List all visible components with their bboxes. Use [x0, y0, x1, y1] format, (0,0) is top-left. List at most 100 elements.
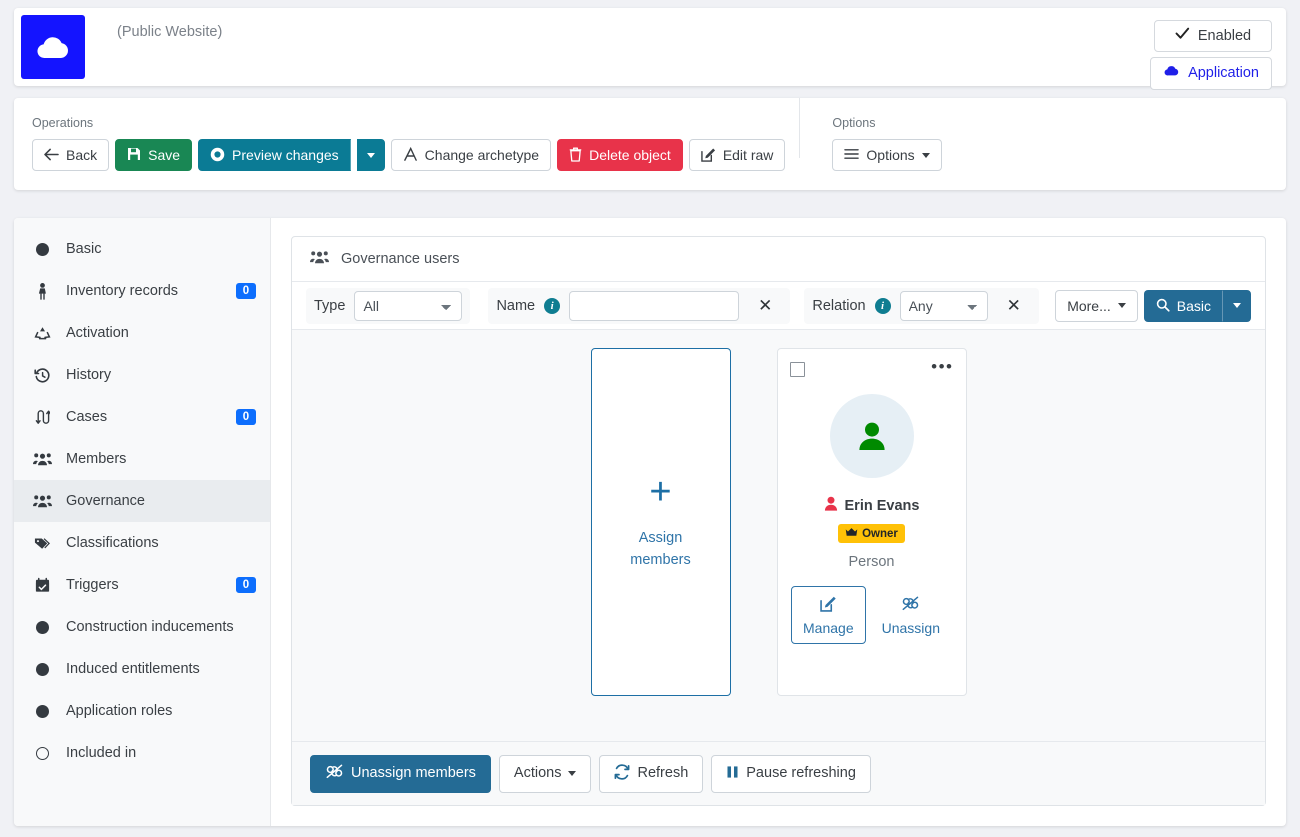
status-badge-enabled[interactable]: Enabled	[1154, 20, 1272, 52]
member-type: Person	[849, 554, 895, 570]
page-title: (Public Website)	[85, 8, 1150, 86]
sidebar-item-label: Basic	[66, 241, 256, 257]
pause-icon	[726, 765, 739, 783]
options-group: Options Options	[799, 98, 941, 158]
panel-header: Governance users	[292, 237, 1265, 282]
actions-dropdown-button[interactable]: Actions	[499, 755, 592, 793]
arrows-updown-icon	[32, 409, 52, 425]
sidebar-item-triggers[interactable]: Triggers 0	[14, 564, 270, 606]
panel-footer: Unassign members Actions Refresh	[292, 741, 1265, 805]
change-archetype-label: Change archetype	[425, 148, 539, 162]
broken-link-icon	[325, 763, 344, 784]
object-type-badge[interactable]: Application	[1150, 57, 1272, 89]
status-badge: Owner	[838, 524, 905, 543]
chevron-down-icon	[367, 153, 375, 158]
manage-button-label: Manage	[803, 621, 854, 635]
sidebar-item-activation[interactable]: Activation	[14, 312, 270, 354]
filter-relation-label: Relation	[812, 298, 865, 314]
delete-object-button[interactable]: Delete object	[557, 139, 683, 171]
filter-more-button[interactable]: More...	[1055, 290, 1138, 322]
filter-type-select[interactable]: All	[354, 291, 462, 321]
info-circle-icon[interactable]: i	[544, 298, 560, 314]
filter-type-label: Type	[314, 298, 345, 314]
arrow-left-icon	[44, 148, 59, 163]
filter-name-clear-button[interactable]: ✕	[748, 297, 782, 314]
crown-icon	[845, 527, 858, 540]
sidebar-item-label: Members	[66, 451, 256, 467]
sidebar-item-members[interactable]: Members	[14, 438, 270, 480]
filter-type: Type All	[306, 288, 470, 324]
filter-relation-select[interactable]: Any	[900, 291, 988, 321]
preview-changes-button[interactable]: Preview changes	[198, 139, 351, 171]
person-avatar-icon	[853, 417, 891, 455]
search-mode-dropdown-toggle[interactable]	[1223, 290, 1251, 322]
sidebar-item-construction-inducements[interactable]: Construction inducements	[14, 606, 270, 648]
sidebar-item-count: 0	[236, 283, 256, 299]
sidebar-item-governance[interactable]: Governance	[14, 480, 270, 522]
actions-button-label: Actions	[514, 766, 562, 781]
options-buttons: Options	[832, 139, 941, 171]
header-status-group: Enabled Application	[1150, 8, 1286, 86]
back-button[interactable]: Back	[32, 139, 109, 171]
calendar-check-icon	[32, 577, 52, 593]
refresh-button[interactable]: Refresh	[599, 755, 703, 793]
unassign-button[interactable]: Unassign	[870, 586, 952, 644]
save-button-label: Save	[148, 148, 180, 162]
search-icon	[1156, 298, 1170, 314]
chevron-down-icon	[922, 153, 930, 158]
sidebar-item-cases[interactable]: Cases 0	[14, 396, 270, 438]
sidebar-item-label: Construction inducements	[66, 619, 256, 635]
edit-raw-button[interactable]: Edit raw	[689, 139, 786, 171]
pause-refreshing-button[interactable]: Pause refreshing	[711, 755, 871, 793]
ellipsis-icon[interactable]: •••	[931, 362, 953, 372]
search-basic-label: Basic	[1177, 299, 1211, 313]
sidebar-item-label: Governance	[66, 493, 256, 509]
filter-relation-clear-button[interactable]: ✕	[997, 297, 1031, 314]
change-archetype-button[interactable]: Change archetype	[391, 139, 551, 171]
assign-members-card[interactable]: + Assign members	[591, 348, 731, 696]
clock-history-icon	[32, 367, 52, 384]
info-circle-icon[interactable]: i	[875, 298, 891, 314]
sidebar-item-classifications[interactable]: Classifications	[14, 522, 270, 564]
member-select-checkbox[interactable]	[790, 362, 805, 377]
sidebar-item-label: History	[66, 367, 256, 383]
filter-bar: Type All Name i ✕ Relation i	[292, 282, 1265, 330]
search-basic-button[interactable]: Basic	[1144, 290, 1223, 322]
sidebar-item-application-roles[interactable]: Application roles	[14, 690, 270, 732]
options-dropdown-button[interactable]: Options	[832, 139, 941, 171]
filter-name-input[interactable]	[569, 291, 739, 321]
sidebar-item-included-in[interactable]: Included in	[14, 732, 270, 774]
person-fill-icon	[824, 496, 838, 515]
member-card-top: •••	[790, 362, 954, 377]
check-icon	[1175, 27, 1190, 45]
save-icon	[127, 147, 141, 163]
preview-changes-dropdown-toggle[interactable]	[357, 139, 385, 171]
unassign-members-button[interactable]: Unassign members	[310, 755, 491, 793]
sidebar-item-basic[interactable]: Basic	[14, 228, 270, 270]
unassign-members-label: Unassign members	[351, 766, 476, 781]
governance-users-panel: Governance users Type All Name i ✕	[291, 236, 1266, 806]
manage-button[interactable]: Manage	[791, 586, 866, 644]
chevron-down-icon	[1118, 303, 1126, 308]
refresh-button-label: Refresh	[637, 766, 688, 781]
sidebar-item-label: Induced entitlements	[66, 661, 256, 677]
back-button-label: Back	[66, 148, 97, 162]
people-icon	[32, 494, 52, 508]
assign-members-label: Assign members	[625, 527, 697, 572]
cards-row: + Assign members •••	[591, 348, 967, 741]
member-card-actions: Manage Unassign	[791, 586, 952, 644]
sidebar-item-count: 0	[236, 409, 256, 425]
status-badge-label: Owner	[862, 528, 898, 540]
member-name: Erin Evans	[845, 498, 920, 514]
options-button-label: Options	[866, 148, 914, 162]
sidebar-item-label: Classifications	[66, 535, 256, 551]
sidebar-nav: Basic Inventory records 0 Activation	[14, 218, 271, 826]
sidebar-item-inventory-records[interactable]: Inventory records 0	[14, 270, 270, 312]
filter-name-label: Name	[496, 298, 535, 314]
broken-link-icon	[901, 595, 920, 614]
save-button[interactable]: Save	[115, 139, 192, 171]
sidebar-item-induced-entitlements[interactable]: Induced entitlements	[14, 648, 270, 690]
members-card-grid: + Assign members •••	[292, 330, 1265, 741]
avatar	[830, 394, 914, 478]
sidebar-item-history[interactable]: History	[14, 354, 270, 396]
